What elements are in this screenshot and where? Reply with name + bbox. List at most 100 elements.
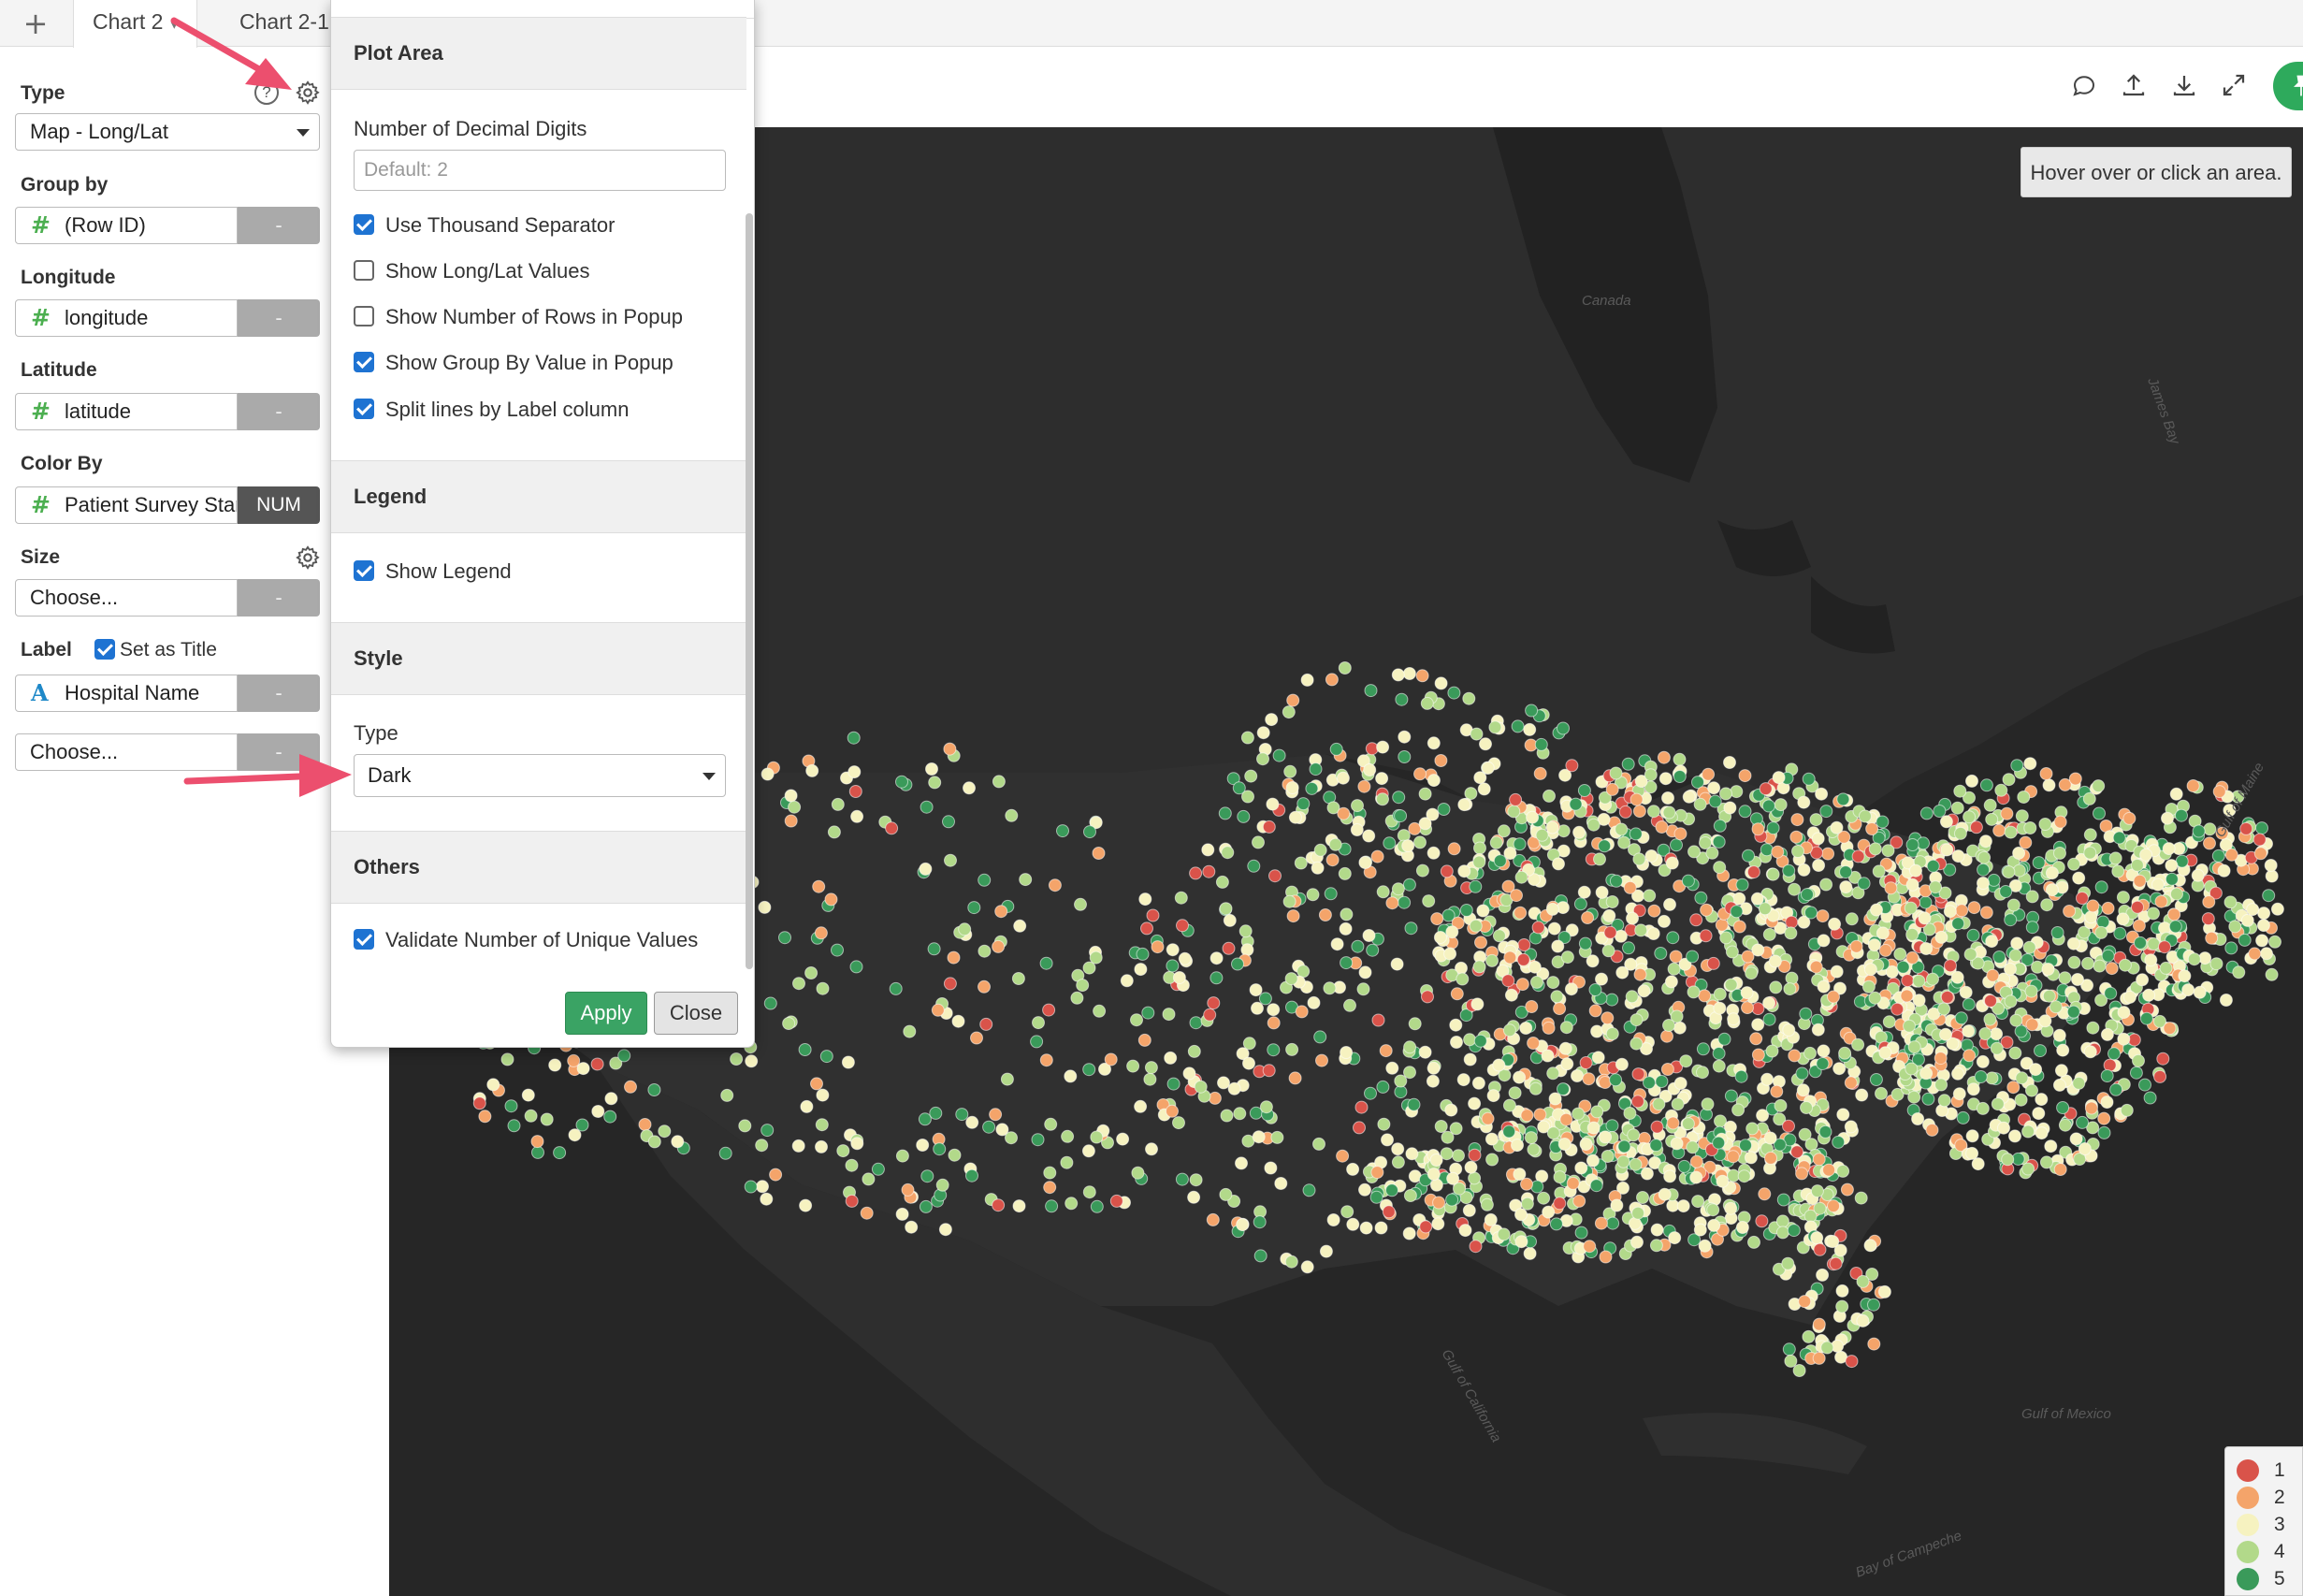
hospital-marker[interactable]	[1497, 824, 1511, 838]
hospital-marker[interactable]	[1524, 1131, 1538, 1145]
hospital-marker[interactable]	[1724, 978, 1738, 992]
hospital-marker[interactable]	[1450, 987, 1464, 1001]
hospital-marker[interactable]	[2113, 926, 2127, 940]
hospital-marker[interactable]	[1845, 1355, 1859, 1369]
hospital-marker[interactable]	[1426, 807, 1440, 821]
hospital-marker[interactable]	[1233, 1107, 1247, 1121]
hospital-marker[interactable]	[1253, 1249, 1267, 1263]
hospital-marker[interactable]	[1665, 856, 1679, 870]
hospital-marker[interactable]	[1270, 1130, 1284, 1144]
hospital-marker[interactable]	[1723, 801, 1737, 815]
hospital-marker[interactable]	[1447, 686, 1461, 700]
hospital-marker[interactable]	[1315, 1053, 1328, 1067]
hospital-marker[interactable]	[850, 809, 864, 823]
hospital-marker[interactable]	[2076, 1115, 2089, 1129]
hospital-marker[interactable]	[1464, 787, 1478, 801]
hospital-marker[interactable]	[798, 1043, 812, 1056]
longitude-aggregate-button[interactable]: -	[238, 299, 320, 337]
hospital-marker[interactable]	[938, 1223, 952, 1237]
hospital-marker[interactable]	[2105, 962, 2119, 976]
tab-chart-2-1[interactable]: Chart 2-1	[221, 0, 348, 47]
hospital-marker[interactable]	[1976, 1054, 1990, 1068]
hospital-marker[interactable]	[1247, 859, 1261, 873]
hospital-marker[interactable]	[1358, 1182, 1371, 1197]
hospital-marker[interactable]	[1661, 791, 1674, 805]
hospital-marker[interactable]	[540, 1112, 554, 1126]
hospital-marker[interactable]	[1673, 1021, 1687, 1035]
hospital-marker[interactable]	[2050, 926, 2064, 939]
hospital-marker[interactable]	[812, 879, 826, 893]
hospital-marker[interactable]	[979, 1017, 993, 1031]
hospital-marker[interactable]	[1427, 774, 1441, 788]
hospital-marker[interactable]	[2081, 956, 2094, 970]
hospital-marker[interactable]	[1520, 1197, 1534, 1211]
hospital-marker[interactable]	[1836, 792, 1850, 806]
hospital-marker[interactable]	[978, 873, 992, 887]
hospital-marker[interactable]	[624, 1080, 637, 1094]
hospital-marker[interactable]	[2262, 889, 2276, 903]
hospital-marker[interactable]	[918, 1112, 932, 1126]
hospital-marker[interactable]	[1649, 1139, 1663, 1153]
hospital-marker[interactable]	[1166, 1104, 1179, 1118]
hospital-marker[interactable]	[1557, 1138, 1572, 1151]
show-row-count-option[interactable]: Show Number of Rows in Popup	[354, 303, 728, 331]
hospital-marker[interactable]	[1840, 1182, 1854, 1197]
hospital-marker[interactable]	[1285, 781, 1299, 794]
hospital-marker[interactable]	[1546, 1066, 1560, 1081]
hospital-marker[interactable]	[1363, 763, 1377, 776]
hospital-marker[interactable]	[1632, 852, 1646, 866]
hospital-marker[interactable]	[1727, 1012, 1741, 1026]
hospital-marker[interactable]	[1445, 925, 1459, 939]
split-lines-checkbox[interactable]	[354, 399, 374, 419]
hospital-marker[interactable]	[1983, 798, 1997, 812]
hospital-marker[interactable]	[1265, 713, 1279, 727]
hospital-marker[interactable]	[745, 1054, 759, 1068]
hospital-marker[interactable]	[1513, 837, 1527, 851]
hospital-marker[interactable]	[1673, 770, 1687, 783]
hospital-marker[interactable]	[2165, 872, 2179, 886]
hospital-marker[interactable]	[1706, 956, 1720, 970]
hospital-marker[interactable]	[2161, 811, 2174, 825]
hospital-marker[interactable]	[1693, 1223, 1707, 1237]
hospital-marker[interactable]	[1444, 1103, 1458, 1117]
hospital-marker[interactable]	[1785, 915, 1799, 929]
hospital-marker[interactable]	[1919, 942, 1934, 955]
hospital-marker[interactable]	[2010, 936, 2024, 950]
hospital-marker[interactable]	[2118, 958, 2132, 972]
hospital-marker[interactable]	[604, 1092, 618, 1106]
hospital-marker[interactable]	[1801, 888, 1814, 902]
expand-icon[interactable]	[2220, 71, 2248, 99]
hospital-marker[interactable]	[1433, 931, 1447, 944]
hospital-marker[interactable]	[1415, 669, 1429, 683]
hospital-marker[interactable]	[1262, 1064, 1276, 1078]
hospital-marker[interactable]	[1446, 1171, 1460, 1185]
hospital-marker[interactable]	[955, 1108, 969, 1122]
hospital-marker[interactable]	[2093, 806, 2106, 820]
hospital-marker[interactable]	[2239, 821, 2253, 835]
hospital-marker[interactable]	[1666, 931, 1680, 945]
hospital-marker[interactable]	[575, 1118, 589, 1132]
hospital-marker[interactable]	[1282, 705, 1296, 719]
hospital-marker[interactable]	[1535, 828, 1549, 842]
hospital-marker[interactable]	[1751, 822, 1765, 836]
hospital-marker[interactable]	[1856, 1313, 1870, 1328]
hospital-marker[interactable]	[1418, 1045, 1432, 1059]
hospital-marker[interactable]	[1738, 769, 1752, 783]
hospital-marker[interactable]	[1955, 904, 1969, 918]
hospital-marker[interactable]	[2248, 947, 2262, 961]
hospital-marker[interactable]	[1741, 950, 1755, 964]
hospital-marker[interactable]	[1515, 978, 1529, 992]
hospital-marker[interactable]	[819, 1050, 833, 1064]
hospital-marker[interactable]	[2130, 858, 2144, 872]
hospital-marker[interactable]	[1953, 784, 1967, 798]
hospital-marker[interactable]	[849, 960, 863, 974]
hospital-marker[interactable]	[778, 931, 791, 945]
hospital-marker[interactable]	[2132, 1053, 2145, 1067]
hospital-marker[interactable]	[784, 814, 798, 828]
hospital-marker[interactable]	[2034, 1044, 2047, 1058]
show-group-by-value-checkbox[interactable]	[354, 352, 374, 372]
hospital-marker[interactable]	[1963, 810, 1977, 824]
hospital-marker[interactable]	[2094, 880, 2108, 894]
hospital-marker[interactable]	[1723, 756, 1736, 769]
hospital-marker[interactable]	[2117, 1032, 2131, 1046]
